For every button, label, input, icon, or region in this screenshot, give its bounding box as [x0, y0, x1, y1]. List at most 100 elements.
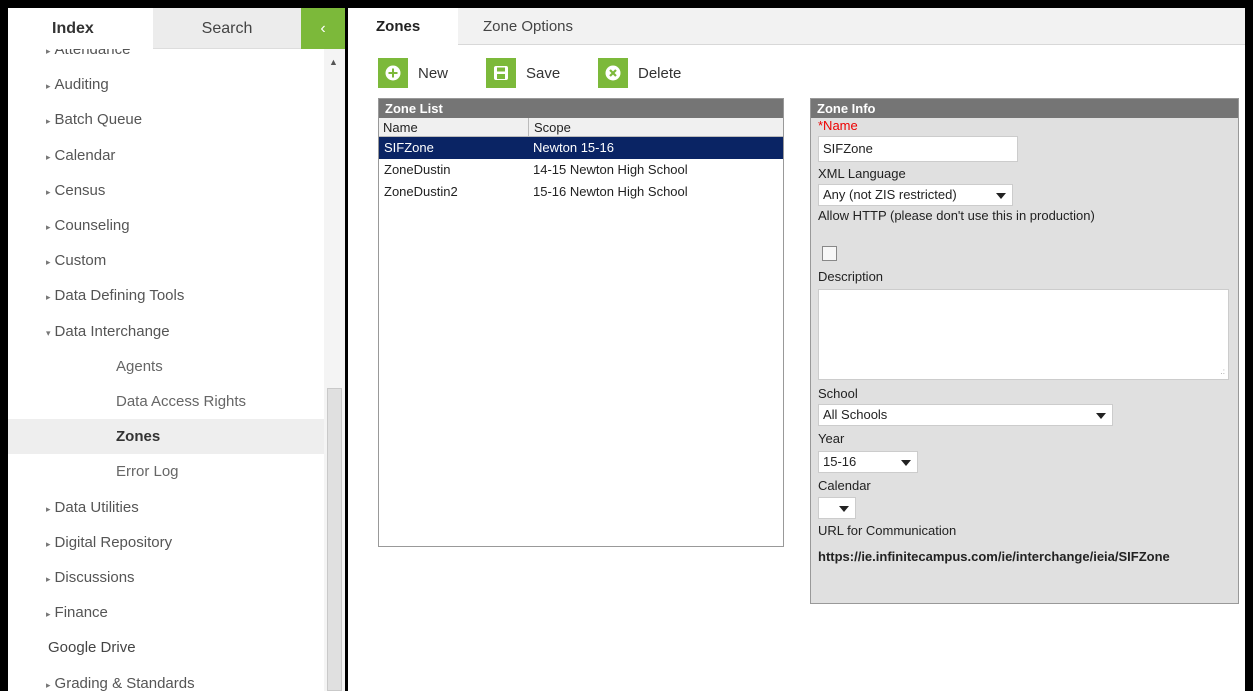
- name-label: *Name: [818, 118, 858, 133]
- caret-right-icon: ▸: [46, 257, 51, 268]
- collapse-panel-button[interactable]: ‹: [301, 8, 345, 49]
- new-button[interactable]: New: [378, 56, 448, 90]
- caret-right-icon: ▸: [46, 49, 51, 56]
- nav-item-counseling[interactable]: ▸ Counseling: [8, 208, 324, 243]
- tab-zone-options[interactable]: Zone Options: [458, 8, 598, 45]
- scrollbar-thumb[interactable]: [327, 388, 342, 691]
- nav-item-data-utilities[interactable]: ▸ Data Utilities: [8, 490, 324, 525]
- nav-item-label: Custom: [54, 252, 107, 270]
- nav-item-agents[interactable]: Agents: [8, 349, 324, 384]
- nav-item-label: Grading & Standards: [54, 674, 195, 691]
- nav-item-label: Data Defining Tools: [54, 287, 185, 305]
- calendar-select[interactable]: [818, 497, 856, 519]
- main-panel: Zones Zone Options New Save Delete Zone …: [348, 8, 1245, 691]
- allow-http-label: Allow HTTP (please don't use this in pro…: [818, 208, 1095, 223]
- zone-list-title: Zone List: [379, 99, 783, 118]
- tab-index[interactable]: Index: [8, 8, 153, 49]
- tab-bar: Zones Zone Options: [348, 8, 1245, 45]
- tab-zones[interactable]: Zones: [348, 8, 458, 45]
- nav-item-error-log[interactable]: Error Log: [8, 454, 324, 489]
- url-label: URL for Communication: [818, 523, 957, 538]
- name-input[interactable]: SIFZone: [818, 136, 1018, 162]
- floppy-disk-icon: [486, 58, 516, 88]
- xml-language-value: Any (not ZIS restricted): [823, 187, 957, 202]
- nav-item-custom[interactable]: ▸ Custom: [8, 243, 324, 278]
- nav-item-label: Data Access Rights: [116, 393, 247, 410]
- calendar-label: Calendar: [818, 478, 871, 493]
- nav-item-label: Google Drive: [48, 639, 136, 657]
- nav-item-digital-repository[interactable]: ▸ Digital Repository: [8, 525, 324, 560]
- nav-item-label: Agents: [116, 357, 163, 375]
- caret-right-icon: ▸: [46, 151, 51, 162]
- nav-item-label: Counseling: [54, 217, 130, 234]
- plus-circle-icon: [378, 58, 408, 88]
- nav-item-discussions[interactable]: ▸ Discussions: [8, 560, 324, 595]
- nav-item-census[interactable]: ▸ Census: [8, 173, 324, 208]
- nav-item-label: Auditing: [54, 76, 109, 94]
- scroll-up-arrow-icon[interactable]: ▲: [329, 57, 338, 67]
- table-row[interactable]: SIFZone Newton 15-16: [379, 137, 783, 159]
- nav-item-calendar[interactable]: ▸ Calendar: [8, 138, 324, 173]
- nav-item-google-drive[interactable]: Google Drive: [8, 630, 324, 665]
- caret-right-icon: ▸: [46, 292, 51, 303]
- url-value: https://ie.infinitecampus.com/ie/interch…: [818, 549, 1170, 564]
- zone-scope-cell: 14-15 Newton High School: [533, 162, 688, 177]
- caret-right-icon: ▸: [46, 81, 51, 92]
- school-label: School: [818, 386, 858, 401]
- tab-search[interactable]: Search: [153, 8, 301, 49]
- chevron-down-icon: [996, 193, 1006, 199]
- nav-item-attendance[interactable]: ▸ Attendance: [8, 49, 324, 67]
- zone-name-cell: ZoneDustin: [384, 162, 451, 177]
- zone-scope-cell: 15-16 Newton High School: [533, 184, 688, 199]
- nav-item-label: Census: [54, 181, 106, 199]
- column-header-name[interactable]: Name: [379, 118, 529, 137]
- zone-name-cell: ZoneDustin2: [384, 184, 458, 199]
- caret-down-icon: ▾: [46, 327, 51, 338]
- index-tree: ▸ Attendance ▸ Auditing ▸ Batch Queue ▸ Calenda…: [8, 49, 324, 691]
- nav-item-grading-standards[interactable]: ▸ Grading & Standards: [8, 666, 324, 691]
- caret-right-icon: ▸: [46, 574, 51, 584]
- table-row[interactable]: ZoneDustin2 15-16 Newton High School: [379, 181, 783, 203]
- app-window: Index Search ‹ ▸ Attendance ▸ Auditing ▸ Batc…: [8, 8, 1245, 691]
- nav-item-label: Discussions: [54, 569, 135, 586]
- school-value: All Schools: [823, 407, 888, 422]
- x-circle-icon: [598, 58, 628, 88]
- table-row[interactable]: ZoneDustin 14-15 Newton High School: [379, 159, 783, 181]
- year-select[interactable]: 15-16: [818, 451, 918, 473]
- zone-name-cell: SIFZone: [384, 140, 434, 155]
- left-tabs: Index Search ‹: [8, 8, 345, 49]
- zone-scope-cell: Newton 15-16: [533, 140, 614, 155]
- description-label: Description: [818, 269, 884, 284]
- nav-scrollbar[interactable]: ▲: [324, 49, 345, 691]
- caret-right-icon: ▸: [46, 609, 51, 620]
- nav-item-finance[interactable]: ▸ Finance: [8, 595, 324, 630]
- year-value: 15-16: [823, 454, 857, 469]
- nav-item-auditing[interactable]: ▸ Auditing: [8, 67, 324, 102]
- save-button[interactable]: Save: [486, 56, 560, 90]
- nav-item-data-access-rights[interactable]: Data Access Rights: [8, 384, 324, 419]
- nav-item-batch-queue[interactable]: ▸ Batch Queue: [8, 102, 324, 137]
- caret-right-icon: ▸: [46, 222, 51, 232]
- nav-item-data-defining-tools[interactable]: ▸ Data Defining Tools: [8, 278, 324, 313]
- nav-item-zones[interactable]: Zones: [8, 419, 324, 455]
- year-label: Year: [818, 431, 845, 446]
- description-textarea[interactable]: .:: [818, 289, 1229, 380]
- nav-item-label: Digital Repository: [54, 533, 173, 551]
- caret-right-icon: ▸: [46, 186, 51, 197]
- zone-list-panel: Zone List Name Scope SIFZone Newton 15-16…: [378, 98, 784, 547]
- caret-right-icon: ▸: [46, 503, 51, 514]
- zone-list-header: Name Scope: [379, 118, 783, 137]
- resize-grip-icon[interactable]: .:: [1221, 367, 1225, 376]
- nav-item-data-interchange[interactable]: ▾ Data Interchange: [8, 314, 324, 349]
- nav-item-label: Zones: [116, 428, 161, 446]
- nav-item-label: Finance: [54, 604, 108, 622]
- delete-button[interactable]: Delete: [598, 56, 681, 90]
- nav-item-label: Data Interchange: [54, 322, 170, 340]
- allow-http-checkbox[interactable]: [822, 246, 837, 261]
- delete-label: Delete: [638, 64, 682, 82]
- toolbar: New Save Delete: [348, 56, 1245, 90]
- school-select[interactable]: All Schools: [818, 404, 1113, 426]
- column-header-scope[interactable]: Scope: [530, 118, 571, 137]
- xml-language-select[interactable]: Any (not ZIS restricted): [818, 184, 1013, 206]
- nav-item-label: Batch Queue: [54, 111, 143, 129]
